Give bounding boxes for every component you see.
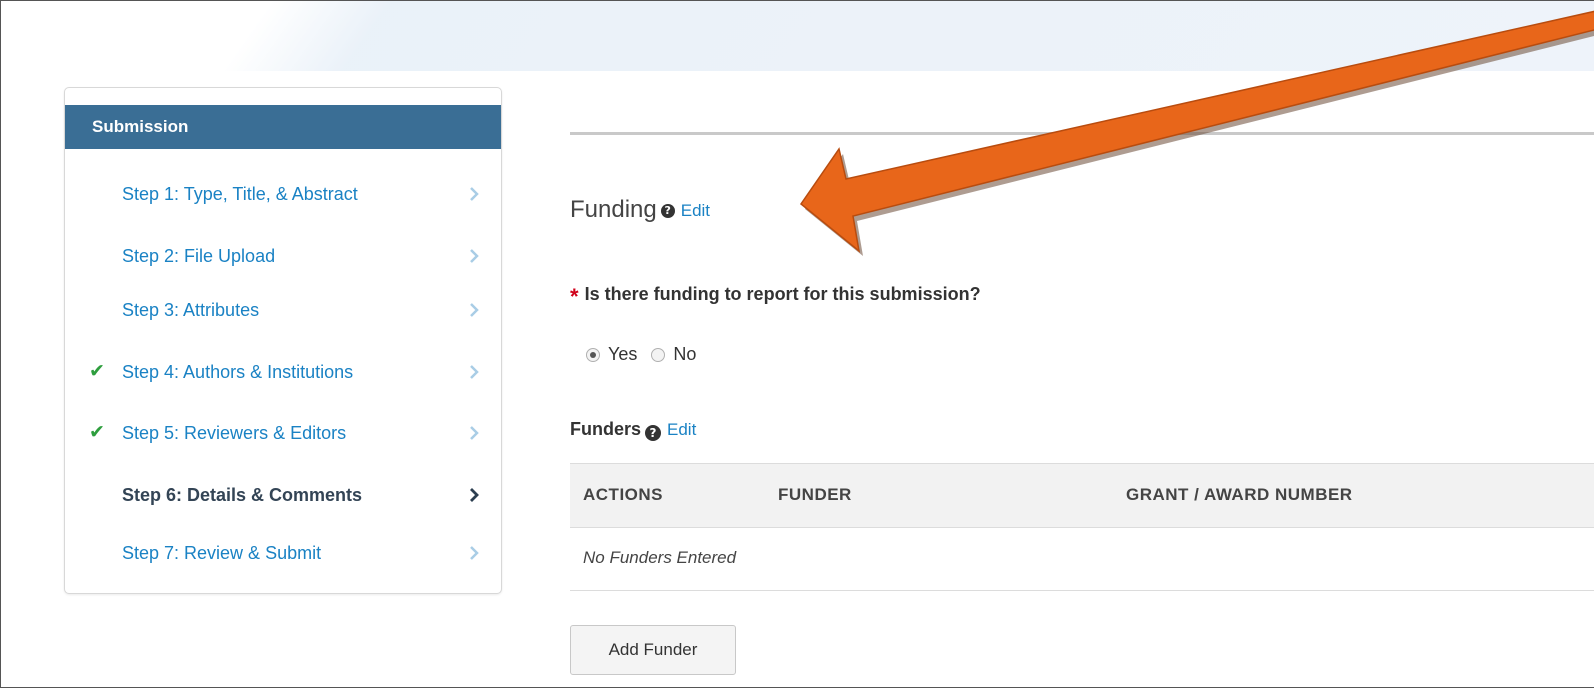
sidebar-item-step-5[interactable]: ✔ Step 5: Reviewers & Editors [65,413,501,453]
chevron-right-icon [470,187,479,201]
chevron-right-icon [470,365,479,379]
sidebar-item-label: Step 4: Authors & Institutions [122,362,354,382]
chevron-right-icon [470,546,479,560]
sidebar-item-step-3[interactable]: Step 3: Attributes [65,290,501,330]
sidebar-item-label: Step 5: Reviewers & Editors [122,423,347,443]
funders-title: Funders [570,419,642,439]
radio-no-label[interactable]: No [673,344,696,364]
sidebar-title: Submission [65,105,501,149]
chevron-right-icon [470,249,479,263]
page-frame: Submission Step 1: Type, Title, & Abstra… [0,0,1594,688]
sidebar-item-label: Step 7: Review & Submit [122,543,322,563]
funding-heading: Funding? Edit [570,196,710,224]
submission-sidebar: Submission Step 1: Type, Title, & Abstra… [64,87,502,594]
background-banner-shape [222,1,1594,71]
funders-table: ACTIONS FUNDER GRANT / AWARD NUMBER No F… [570,463,1594,591]
funding-radio-group: Yes No [586,344,710,365]
empty-table-message: No Funders Entered [583,548,737,567]
sidebar-item-step-1[interactable]: Step 1: Type, Title, & Abstract [65,174,501,214]
table-row: No Funders Entered [570,528,1594,591]
column-header-grant-number: GRANT / AWARD NUMBER [1126,485,1353,504]
funding-edit-link[interactable]: Edit [681,201,710,220]
column-header-actions: ACTIONS [583,485,663,504]
help-icon[interactable]: ? [660,203,675,218]
chevron-right-icon [470,303,479,317]
table-header: ACTIONS FUNDER GRANT / AWARD NUMBER [570,463,1594,528]
sidebar-item-step-6[interactable]: Step 6: Details & Comments [65,475,501,515]
sidebar-item-step-7[interactable]: Step 7: Review & Submit [65,533,501,573]
funders-heading: Funders? Edit [570,419,696,441]
sidebar-item-step-4[interactable]: ✔ Step 4: Authors & Institutions [65,352,501,392]
help-icon[interactable]: ? [645,425,662,441]
chevron-right-icon [470,426,479,440]
checkmark-icon: ✔ [89,422,105,443]
section-divider [570,132,1594,135]
radio-no[interactable] [651,348,666,362]
sidebar-item-label: Step 1: Type, Title, & Abstract [122,184,358,204]
checkmark-icon: ✔ [89,361,105,382]
funders-edit-link[interactable]: Edit [667,420,696,439]
funding-question: * Is there funding to report for this sub… [570,284,981,310]
sidebar-item-label: Step 3: Attributes [122,300,260,320]
chevron-right-icon [470,488,479,502]
radio-yes-label[interactable]: Yes [608,344,637,364]
funding-title: Funding [570,196,657,223]
radio-yes[interactable] [586,348,600,362]
sidebar-item-label: Step 2: File Upload [122,246,276,266]
sidebar-item-step-2[interactable]: Step 2: File Upload [65,236,501,276]
sidebar-item-label: Step 6: Details & Comments [122,485,363,505]
column-header-funder: FUNDER [778,485,852,504]
add-funder-button[interactable]: Add Funder [570,625,736,675]
funding-question-text: Is there funding to report for this subm… [584,284,981,304]
required-marker: * [570,284,579,309]
